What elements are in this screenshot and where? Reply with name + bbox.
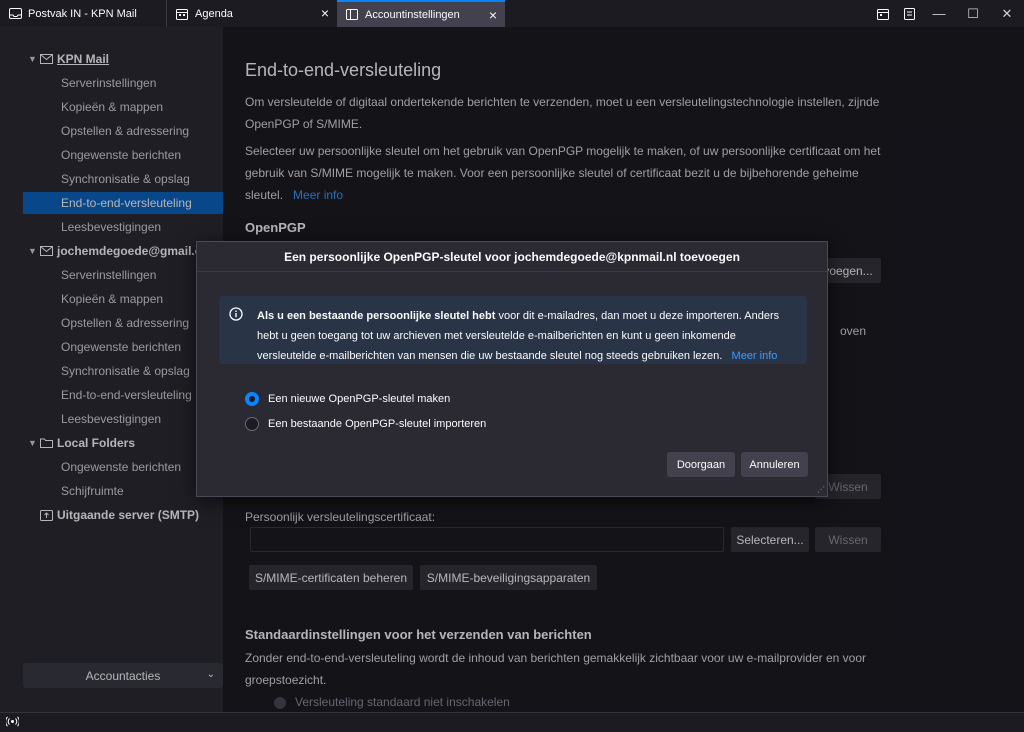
close-window-icon[interactable]: ✕ (990, 0, 1024, 27)
continue-button[interactable]: Doorgaan (667, 452, 735, 477)
option-import-key[interactable]: Een bestaande OpenPGP-sleutel importeren (245, 417, 486, 431)
tab-agenda[interactable]: Agenda × (167, 0, 337, 27)
info-icon (229, 307, 243, 321)
online-status-icon[interactable] (5, 715, 20, 730)
close-icon[interactable]: × (321, 6, 329, 20)
calendar-icon[interactable] (870, 0, 896, 27)
minimize-icon[interactable]: — (922, 0, 956, 27)
settings-page-icon (345, 8, 359, 22)
info-notice: Als u een bestaande persoonlijke sleutel… (219, 296, 807, 364)
option-new-key[interactable]: Een nieuwe OpenPGP-sleutel maken (245, 392, 450, 406)
dialog-title: Een persoonlijke OpenPGP-sleutel voor jo… (197, 242, 827, 272)
tab-label: Agenda (195, 7, 233, 20)
resize-grip-icon[interactable]: ⋰ (817, 486, 825, 494)
tab-account-settings[interactable]: Accountinstellingen × (337, 0, 505, 27)
radio-unselected[interactable] (245, 417, 259, 431)
tab-label: Postvak IN - KPN Mail (28, 7, 137, 20)
add-openpgp-key-dialog: Een persoonlijke OpenPGP-sleutel voor jo… (196, 241, 828, 497)
calendar-icon (175, 7, 189, 21)
radio-selected[interactable] (245, 392, 259, 406)
tasks-icon[interactable] (896, 0, 922, 27)
tab-inbox[interactable]: Postvak IN - KPN Mail (0, 0, 167, 27)
mail-icon (8, 7, 22, 21)
tab-bar: Postvak IN - KPN Mail Agenda × Accountin… (0, 0, 1024, 27)
more-info-link[interactable]: Meer info (732, 350, 778, 362)
maximize-icon[interactable]: ☐ (956, 0, 990, 27)
tab-label: Accountinstellingen (365, 8, 460, 21)
status-bar (0, 712, 1024, 732)
close-icon[interactable]: × (489, 8, 497, 22)
info-bold-text: Als u een bestaande persoonlijke sleutel… (257, 310, 496, 322)
cancel-button[interactable]: Annuleren (741, 452, 808, 477)
